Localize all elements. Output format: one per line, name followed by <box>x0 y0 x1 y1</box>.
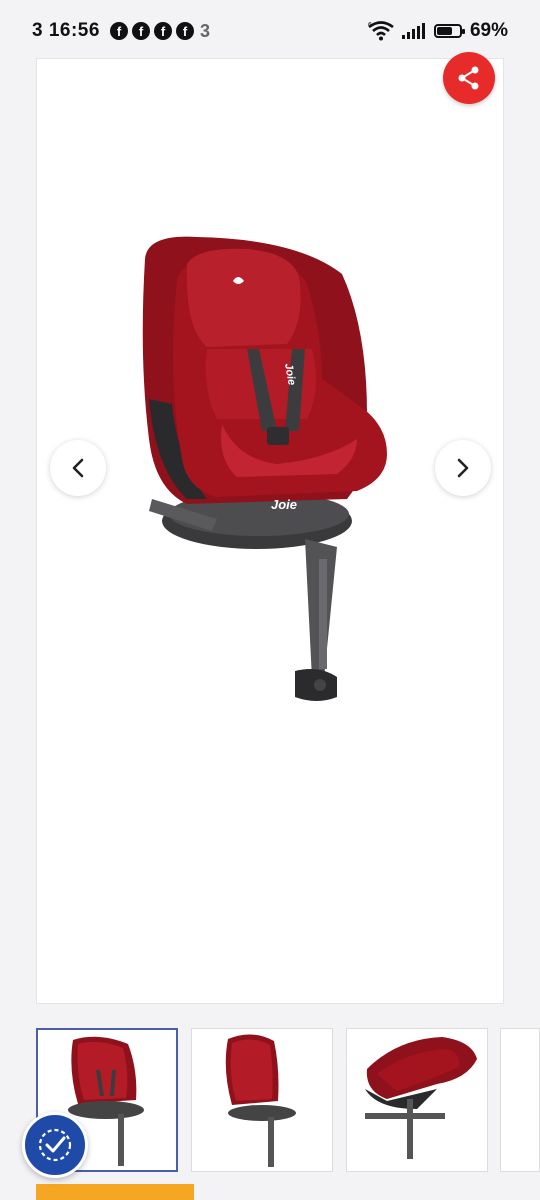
facebook-icon: f <box>154 22 172 40</box>
battery-percent: 69% <box>469 20 508 41</box>
wifi-icon: 6 <box>368 21 394 41</box>
product-image: Joie Joie <box>142 236 387 701</box>
status-time: 3 16:56 <box>32 20 100 41</box>
battery-icon <box>433 24 465 38</box>
chevron-left-icon <box>72 458 84 478</box>
notification-icons: f f f f 3 <box>110 22 210 40</box>
thumbnail-4[interactable] <box>500 1028 540 1172</box>
facebook-icon: f <box>176 22 194 40</box>
share-icon <box>458 66 479 90</box>
accessibility-check-icon <box>38 1128 72 1162</box>
chevron-right-icon <box>457 458 469 478</box>
thumbnail-3[interactable] <box>346 1028 488 1172</box>
three-network-icon: 3 <box>200 21 211 41</box>
next-image-button[interactable] <box>435 440 491 496</box>
status-bar: 3 16:56 f f f f 3 6 69% <box>0 0 540 56</box>
thumbnail-2[interactable] <box>191 1028 333 1172</box>
product-image-gallery[interactable]: Joie Joie <box>36 58 504 1004</box>
thumbnail-image <box>225 1034 296 1167</box>
signal-icon <box>401 23 425 39</box>
battery-level-fill <box>436 27 453 35</box>
promo-banner[interactable] <box>36 1184 194 1200</box>
facebook-icon: f <box>110 22 128 40</box>
facebook-icon: f <box>132 22 150 40</box>
previous-image-button[interactable] <box>50 440 106 496</box>
brand-logo: Joie <box>271 497 297 512</box>
thumbnail-image <box>365 1037 477 1159</box>
share-button[interactable] <box>443 52 495 104</box>
accessibility-button[interactable] <box>22 1112 88 1178</box>
status-right: 6 69% <box>368 20 508 42</box>
network-type-label: 6 <box>368 22 372 29</box>
